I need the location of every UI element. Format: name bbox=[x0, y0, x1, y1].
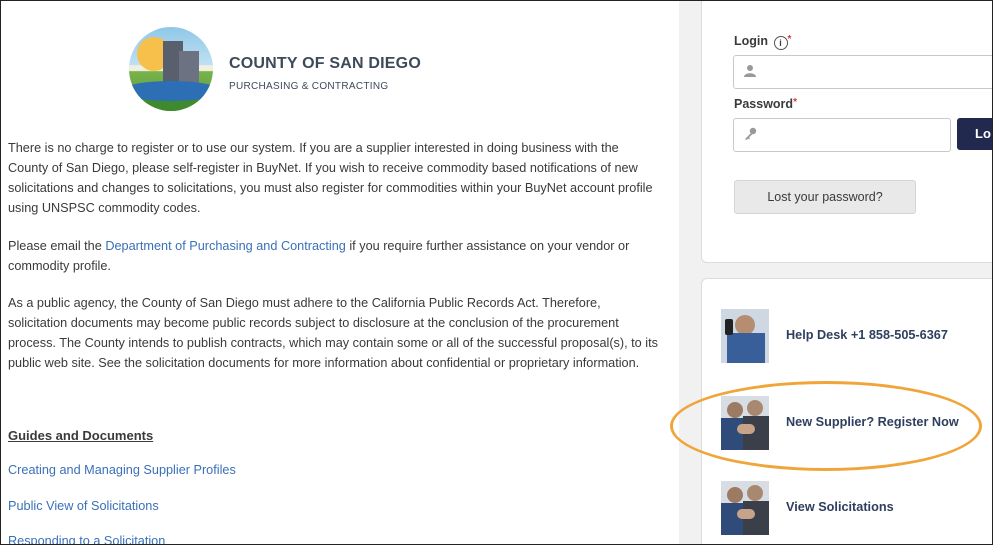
guides-heading: Guides and Documents bbox=[8, 428, 154, 443]
login-label-text: Login bbox=[734, 34, 769, 48]
login-button[interactable]: Lo bbox=[957, 118, 992, 150]
required-marker: * bbox=[793, 97, 797, 108]
handshake-photo-icon bbox=[721, 396, 769, 450]
password-label-text: Password bbox=[734, 97, 794, 111]
guide-link-supplier-profiles[interactable]: Creating and Managing Supplier Profiles bbox=[8, 463, 236, 477]
user-icon bbox=[744, 64, 758, 78]
guide-link-responding[interactable]: Responding to a Solicitation bbox=[8, 534, 165, 544]
contact-text-before: Please email the bbox=[8, 239, 106, 253]
password-input[interactable] bbox=[733, 118, 951, 152]
intro-paragraph-public-records: As a public agency, the County of San Di… bbox=[8, 296, 658, 370]
required-marker: * bbox=[787, 34, 792, 45]
view-solicitations-label[interactable]: View Solicitations bbox=[786, 500, 894, 514]
lost-password-button[interactable]: Lost your password? bbox=[734, 180, 916, 214]
purchasing-department-link[interactable]: Department of Purchasing and Contracting bbox=[105, 239, 346, 253]
intro-paragraph-registration: There is no charge to register or to use… bbox=[8, 141, 653, 215]
logo-subtitle: PURCHASING & CONTRACTING bbox=[229, 81, 389, 92]
help-desk-photo-icon bbox=[721, 309, 769, 363]
help-desk-label[interactable]: Help Desk +1 858-505-6367 bbox=[786, 328, 948, 342]
login-input[interactable] bbox=[733, 55, 992, 89]
page-frame: COUNTY OF SAN DIEGO PURCHASING & CONTRAC… bbox=[0, 0, 993, 545]
guide-link-public-view[interactable]: Public View of Solicitations bbox=[8, 499, 159, 513]
key-icon bbox=[744, 127, 758, 141]
logo-emblem bbox=[129, 27, 213, 111]
login-label: Login i * bbox=[734, 34, 791, 50]
info-icon[interactable]: i bbox=[773, 36, 788, 50]
county-logo: COUNTY OF SAN DIEGO PURCHASING & CONTRAC… bbox=[129, 27, 429, 111]
password-label: Password* bbox=[734, 97, 797, 111]
handshake-photo-icon bbox=[721, 481, 769, 535]
intro-paragraph-contact: Please email the Department of Purchasin… bbox=[8, 236, 658, 276]
logo-title: COUNTY OF SAN DIEGO bbox=[229, 55, 421, 72]
register-now-label[interactable]: New Supplier? Register Now bbox=[786, 415, 959, 429]
main-content: COUNTY OF SAN DIEGO PURCHASING & CONTRAC… bbox=[1, 1, 678, 544]
